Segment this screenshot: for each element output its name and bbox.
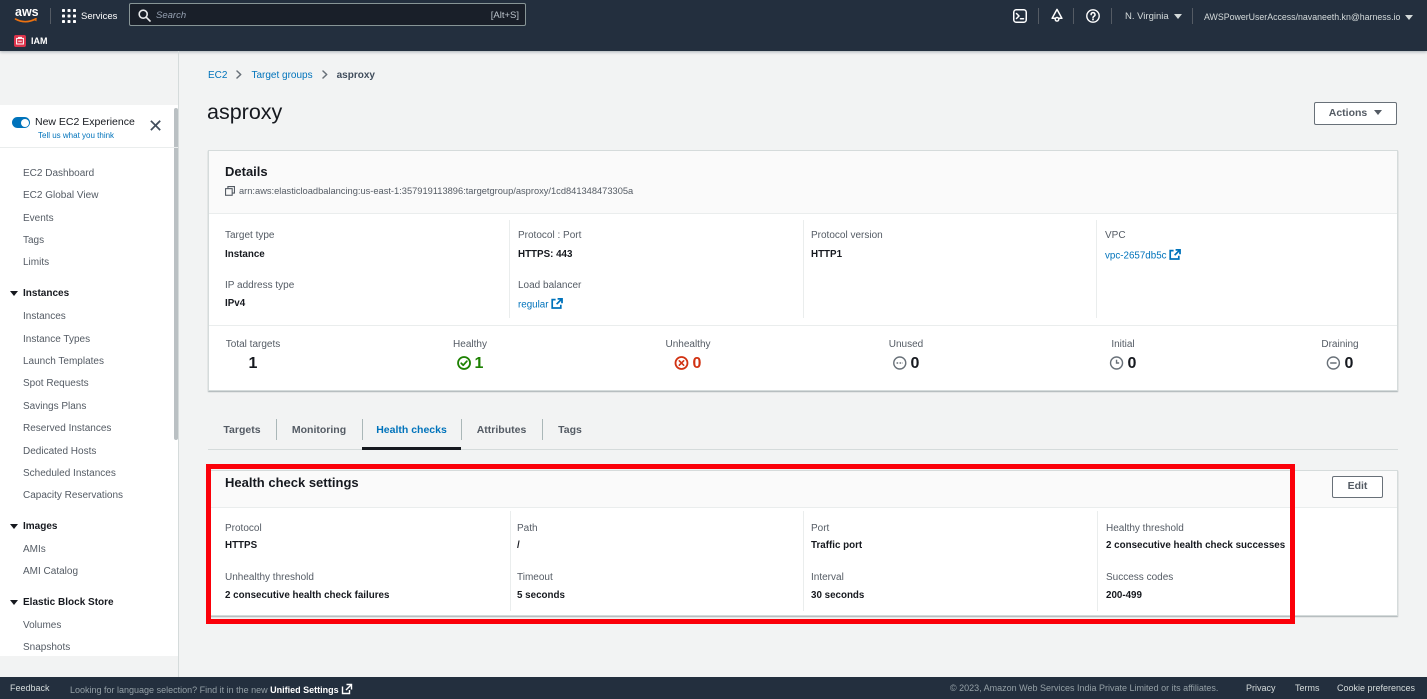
svg-text:aws: aws <box>15 5 39 19</box>
